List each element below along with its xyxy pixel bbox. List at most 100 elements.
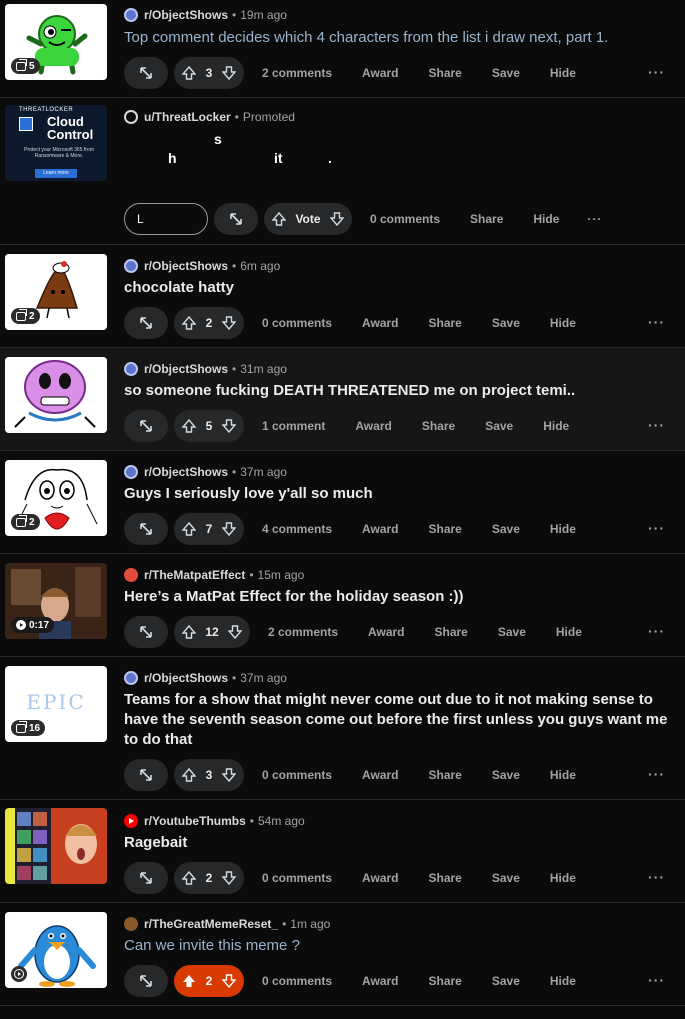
hide-button[interactable]: Hide (550, 66, 576, 80)
share-button[interactable]: Share (429, 768, 462, 782)
upvote-icon[interactable] (182, 522, 196, 536)
award-button[interactable]: Award (362, 522, 398, 536)
post-thumbnail[interactable] (5, 357, 107, 433)
post-title[interactable]: Here’s a MatPat Effect for the holiday s… (124, 587, 679, 607)
save-button[interactable]: Save (498, 625, 526, 639)
post-title[interactable]: Guys I seriously love y'all so much (124, 484, 679, 504)
subreddit-link[interactable]: r/ObjectShows (144, 465, 228, 479)
upvote-icon[interactable] (182, 871, 196, 885)
promoted-post-card[interactable]: THREATLOCKER Cloud Control Protect your … (0, 98, 685, 245)
award-button[interactable]: Award (362, 316, 398, 330)
more-options-button[interactable]: ··· (648, 520, 665, 536)
subreddit-link[interactable]: r/ObjectShows (144, 671, 228, 685)
award-button[interactable]: Award (355, 419, 391, 433)
hide-button[interactable]: Hide (550, 871, 576, 885)
share-button[interactable]: Share (429, 66, 462, 80)
expand-button[interactable] (124, 307, 168, 339)
post-card[interactable]: 2 r/ObjectShows • 6m ago chocolate hatty… (0, 245, 685, 348)
comments-button[interactable]: 0 comments (262, 871, 332, 885)
save-button[interactable]: Save (492, 871, 520, 885)
expand-button[interactable] (124, 410, 168, 442)
save-button[interactable]: Save (485, 419, 513, 433)
save-button[interactable]: Save (492, 974, 520, 988)
subreddit-link[interactable]: r/TheMatpatEffect (144, 568, 245, 582)
advertiser-link[interactable]: u/ThreatLocker (144, 110, 231, 124)
expand-button[interactable] (214, 203, 258, 235)
expand-button[interactable] (124, 57, 168, 89)
more-options-button[interactable]: ··· (648, 869, 665, 885)
post-card[interactable]: 5 r/ObjectShows • 19m ago Top comment de… (0, 0, 685, 98)
expand-button[interactable] (124, 759, 168, 791)
upvote-icon-filled[interactable] (182, 974, 196, 988)
post-thumbnail[interactable]: EPIC 16 (5, 666, 107, 742)
post-thumbnail[interactable]: 0:17 (5, 563, 107, 639)
award-button[interactable]: Award (362, 768, 398, 782)
comments-button[interactable]: 0 comments (262, 974, 332, 988)
post-card[interactable]: 2 r/ObjectShows • 37m ago Guys I serious… (0, 451, 685, 554)
expand-button[interactable] (124, 862, 168, 894)
downvote-icon[interactable] (222, 66, 236, 80)
post-title[interactable]: Ragebait (124, 833, 679, 853)
hide-button[interactable]: Hide (550, 768, 576, 782)
more-options-button[interactable]: ··· (648, 623, 665, 639)
post-title[interactable]: Can we invite this meme ? (124, 936, 679, 956)
share-button[interactable]: Share (470, 212, 503, 226)
downvote-icon[interactable] (227, 625, 242, 639)
subreddit-link[interactable]: r/ObjectShows (144, 259, 228, 273)
award-button[interactable]: Award (362, 974, 398, 988)
more-options-button[interactable]: ··· (648, 766, 665, 782)
more-options-button[interactable]: ··· (648, 314, 665, 330)
post-card[interactable]: 0:17 r/TheMatpatEffect • 15m ago Here’s … (0, 554, 685, 657)
share-button[interactable]: Share (429, 522, 462, 536)
comments-button[interactable]: 0 comments (370, 212, 440, 226)
downvote-icon[interactable] (222, 974, 236, 988)
upvote-icon[interactable] (182, 768, 196, 782)
subreddit-link[interactable]: r/ObjectShows (144, 362, 228, 376)
upvote-icon[interactable] (182, 625, 196, 639)
expand-button[interactable] (124, 965, 168, 997)
subreddit-link[interactable]: r/TheGreatMemeReset_ (144, 917, 278, 931)
award-button[interactable]: Award (368, 625, 404, 639)
post-card[interactable]: EPIC 16 r/ObjectShows • 37m ago Teams fo… (0, 657, 685, 800)
upvote-icon[interactable] (182, 66, 196, 80)
post-thumbnail[interactable]: 2 (5, 254, 107, 330)
upvote-icon[interactable] (272, 212, 286, 226)
more-options-button[interactable]: ··· (648, 417, 665, 433)
award-button[interactable]: Award (362, 66, 398, 80)
share-button[interactable]: Share (429, 316, 462, 330)
expand-button[interactable] (124, 513, 168, 545)
downvote-icon[interactable] (222, 871, 236, 885)
more-options-button[interactable]: ··· (648, 64, 665, 80)
comments-button[interactable]: 0 comments (262, 316, 332, 330)
share-button[interactable]: Share (435, 625, 468, 639)
post-thumbnail[interactable]: 5 (5, 4, 107, 80)
more-options-button[interactable]: ··· (587, 212, 602, 226)
downvote-icon[interactable] (330, 212, 344, 226)
save-button[interactable]: Save (492, 768, 520, 782)
post-card[interactable]: r/TheGreatMemeReset_ • 1m ago Can we inv… (0, 903, 685, 1006)
post-card[interactable]: r/YoutubeThumbs • 54m ago Ragebait 2 0 c… (0, 800, 685, 903)
post-card[interactable]: r/ObjectShows • 31m ago so someone fucki… (0, 348, 685, 451)
more-options-button[interactable]: ··· (648, 972, 665, 988)
save-button[interactable]: Save (492, 522, 520, 536)
comments-button[interactable]: 2 comments (262, 66, 332, 80)
save-button[interactable]: Save (492, 66, 520, 80)
downvote-icon[interactable] (222, 522, 236, 536)
hide-button[interactable]: Hide (533, 212, 559, 226)
post-title[interactable]: Teams for a show that might never come o… (124, 690, 679, 750)
subreddit-link[interactable]: r/ObjectShows (144, 8, 228, 22)
downvote-icon[interactable] (222, 768, 236, 782)
post-title[interactable]: so someone fucking DEATH THREATENED me o… (124, 381, 679, 401)
downvote-icon[interactable] (222, 419, 236, 433)
share-button[interactable]: Share (429, 974, 462, 988)
comments-button[interactable]: 0 comments (262, 768, 332, 782)
hide-button[interactable]: Hide (550, 522, 576, 536)
share-button[interactable]: Share (422, 419, 455, 433)
hide-button[interactable]: Hide (543, 419, 569, 433)
upvote-icon[interactable] (182, 419, 196, 433)
upvote-icon[interactable] (182, 316, 196, 330)
subreddit-link[interactable]: r/YoutubeThumbs (144, 814, 246, 828)
save-button[interactable]: Save (492, 316, 520, 330)
expand-button[interactable] (124, 616, 168, 648)
hide-button[interactable]: Hide (556, 625, 582, 639)
